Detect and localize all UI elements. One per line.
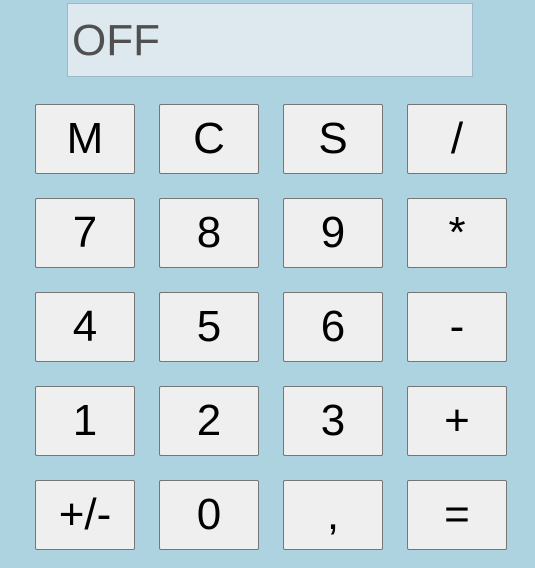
calculator-display[interactable]: OFF [67,3,473,77]
decimal-comma-button[interactable]: , [283,480,383,550]
multiply-button[interactable]: * [407,198,507,268]
digit-5-button[interactable]: 5 [159,292,259,362]
digit-2-button[interactable]: 2 [159,386,259,456]
digit-9-button[interactable]: 9 [283,198,383,268]
sign-toggle-button[interactable]: +/- [35,480,135,550]
add-button[interactable]: + [407,386,507,456]
digit-7-button[interactable]: 7 [35,198,135,268]
s-button[interactable]: S [283,104,383,174]
equals-button[interactable]: = [407,480,507,550]
digit-6-button[interactable]: 6 [283,292,383,362]
memory-button[interactable]: M [35,104,135,174]
subtract-button[interactable]: - [407,292,507,362]
digit-4-button[interactable]: 4 [35,292,135,362]
digit-1-button[interactable]: 1 [35,386,135,456]
digit-3-button[interactable]: 3 [283,386,383,456]
digit-0-button[interactable]: 0 [159,480,259,550]
divide-button[interactable]: / [407,104,507,174]
digit-8-button[interactable]: 8 [159,198,259,268]
clear-button[interactable]: C [159,104,259,174]
keypad: M C S / 7 8 9 * 4 5 6- 1 2 3 + +/- 0, = [35,104,507,550]
